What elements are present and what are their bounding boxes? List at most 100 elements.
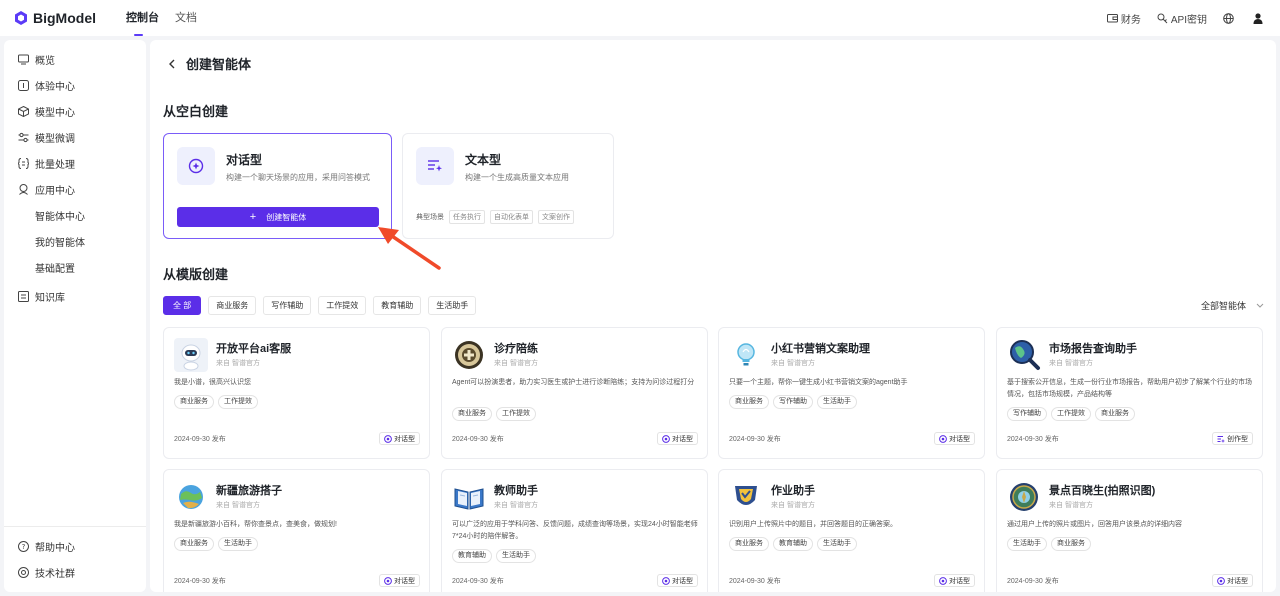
create-agent-button[interactable]: + 创建智能体 (177, 207, 379, 227)
tab-life[interactable]: 生活助手 (428, 296, 477, 315)
sidebar-item-agent-center[interactable]: 智能体中心 (4, 202, 146, 228)
template-card-diagnosis[interactable]: 诊疗陪练 来自 智谱官方 Agent可以扮演患者，助力实习医生或护士进行诊断陪练… (441, 327, 708, 459)
robot-icon (19, 183, 28, 195)
sidebar-item-label: 知识库 (35, 292, 65, 304)
tab-writing[interactable]: 写作辅助 (263, 296, 312, 315)
user-button[interactable] (1253, 12, 1266, 24)
template-tags: 商业服务 生活助手 (174, 537, 262, 551)
sidebar-item-models[interactable]: 模型中心 (4, 98, 146, 124)
template-source: 来自 智谱官方 (494, 502, 538, 509)
sidebar-item-help[interactable]: ? 帮助中心 (4, 533, 146, 559)
scenario-chip: 文案创作 (538, 210, 574, 224)
sparkle-chat-icon (188, 158, 204, 174)
sidebar-item-batch[interactable]: 批量处理 (4, 150, 146, 176)
template-date: 2024-09-30 发布 (452, 578, 504, 585)
language-button[interactable] (1223, 12, 1237, 24)
sidebar-item-label: 技术社群 (35, 568, 75, 580)
text-type-icon (1217, 435, 1225, 443)
finance-link[interactable]: 财务 (1106, 11, 1141, 26)
sidebar-item-experience[interactable]: 体验中心 (4, 72, 146, 98)
scenario-chip: 自动化表单 (490, 210, 533, 224)
template-source: 来自 智谱官方 (1049, 360, 1093, 367)
chat-type-icon (662, 434, 670, 443)
sidebar-item-knowledge[interactable]: 知识库 (4, 283, 146, 309)
template-type: 对话型 (1227, 577, 1248, 585)
plus-icon: + (249, 211, 257, 223)
sidebar-item-base-config[interactable]: 基础配置 (4, 254, 146, 280)
category-tabs: 全 部 商业服务 写作辅助 工作提效 教育辅助 生活助手 (163, 296, 483, 315)
sidebar-item-finetune[interactable]: 模型微调 (4, 124, 146, 150)
sidebar-item-apps[interactable]: 应用中心 (4, 176, 146, 202)
template-card-homework[interactable]: 作业助手 来自 智谱官方 识别用户上传照片中的题目，并回答题目的正确答案。 商业… (718, 469, 985, 592)
sidebar-item-my-agents[interactable]: 我的智能体 (4, 228, 146, 254)
logo-icon (15, 11, 27, 25)
sidebar: 概览 体验中心 模型中心 模型微调 批量处理 应用中心 智能体中心 我的智能体 … (4, 40, 146, 592)
template-name: 作业助手 (771, 485, 815, 497)
chat-type-icon-box (177, 147, 215, 185)
tag: 生活助手 (218, 537, 258, 551)
globe-travel-icon (179, 485, 203, 509)
blank-section-title: 从空白创建 (163, 104, 229, 119)
agent-filter-dropdown[interactable]: 全部智能体 (1201, 299, 1264, 312)
template-source: 来自 智谱官方 (1049, 502, 1093, 509)
annotation-arrow-icon (378, 227, 441, 270)
sidebar-item-community[interactable]: 技术社群 (4, 559, 146, 585)
template-name: 市场报告查询助手 (1049, 343, 1137, 355)
api-key-label: API密钥 (1170, 14, 1207, 26)
template-card-teacher[interactable]: 教师助手 来自 智谱官方 可以广泛的应用于学科问答、反馈问题，成绩查询等场景，实… (441, 469, 708, 592)
template-date: 2024-09-30 发布 (174, 436, 226, 443)
tab-education[interactable]: 教育辅助 (373, 296, 422, 315)
template-card-scenic[interactable]: 景点百晓生(拍照识图) 来自 智谱官方 通过用户上传的照片或图片，回答用户该景点… (996, 469, 1263, 592)
template-type-badge: 对话型 (379, 432, 420, 445)
api-key-link[interactable]: API密钥 (1157, 11, 1207, 26)
nav-console[interactable]: 控制台 (126, 0, 159, 36)
chevron-left-icon[interactable] (168, 59, 176, 69)
tag: 写作辅助 (773, 395, 813, 409)
svg-text:?: ? (22, 543, 26, 551)
tag: 生活助手 (496, 549, 536, 563)
template-card-xiaohongshu[interactable]: 小红书营销文案助理 来自 智谱官方 只要一个主题，帮你一键生成小红书营销文案的a… (718, 327, 985, 459)
tag: 生活助手 (817, 395, 857, 409)
sidebar-item-overview[interactable]: 概览 (4, 46, 146, 72)
template-card-market-report[interactable]: 市场报告查询助手 来自 智谱官方 基于搜索公开信息，生成一份行业市场报告，帮助用… (996, 327, 1263, 459)
tag: 商业服务 (174, 395, 214, 409)
template-desc: 可以广泛的应用于学科问答、反馈问题，成绩查询等场景，实现24小时智能老师 7*2… (452, 521, 698, 540)
top-right-menu: 财务 API密钥 (1091, 11, 1266, 26)
chevron-down-icon (1256, 303, 1264, 308)
blank-card-desc: 构建一个生成高质量文本应用 (465, 173, 569, 182)
tab-all[interactable]: 全 部 (163, 296, 202, 315)
blank-card-title: 文本型 (465, 153, 502, 167)
medical-avatar-icon (455, 341, 483, 369)
tag: 商业服务 (1051, 537, 1091, 551)
template-type-badge: 对话型 (1212, 574, 1253, 587)
template-card-ai-service[interactable]: 开放平台ai客服 来自 智谱官方 我是小谱，很高兴认识您 商业服务 工作提效 2… (163, 327, 430, 459)
wallet-icon (1106, 14, 1118, 23)
tag: 商业服务 (452, 407, 492, 421)
monitor-icon (18, 54, 29, 64)
logo[interactable]: BigModel (14, 10, 126, 26)
template-date: 2024-09-30 发布 (452, 436, 504, 443)
template-card-xinjiang-travel[interactable]: 新疆旅游搭子 来自 智谱官方 我是新疆旅游小百科，帮你查景点，查美食，做规划! … (163, 469, 430, 592)
chat-type-icon (1217, 576, 1225, 585)
template-desc: 只要一个主题，帮你一键生成小红书营销文案的agent助手 (729, 379, 908, 386)
blank-card-chat[interactable]: 对话型 构建一个聊天场景的应用，采用问答模式 + 创建智能体 (163, 133, 392, 239)
template-date: 2024-09-30 发布 (174, 578, 226, 585)
tag: 生活助手 (1007, 537, 1047, 551)
template-desc: 识别用户上传照片中的题目，并回答题目的正确答案。 (729, 521, 897, 528)
tag: 工作提效 (1051, 407, 1091, 421)
blank-card-desc: 构建一个聊天场景的应用，采用问答模式 (226, 173, 370, 182)
template-source: 来自 智谱官方 (494, 360, 538, 367)
sidebar-item-label: 基础配置 (35, 263, 75, 275)
tab-business[interactable]: 商业服务 (208, 296, 257, 315)
template-tags: 商业服务 教育辅助 生活助手 (729, 537, 861, 551)
template-type-badge: 对话型 (934, 574, 975, 587)
tag: 工作提效 (218, 395, 258, 409)
chat-type-icon (384, 576, 392, 585)
tab-productivity[interactable]: 工作提效 (318, 296, 367, 315)
template-type-badge: 对话型 (657, 574, 698, 587)
template-source: 来自 智谱官方 (771, 502, 815, 509)
template-desc: 我是新疆旅游小百科，帮你查景点，查美食，做规划! (174, 521, 337, 528)
nav-docs[interactable]: 文档 (175, 0, 197, 36)
template-type-badge: 对话型 (934, 432, 975, 445)
logo-text: BigModel (33, 10, 96, 26)
